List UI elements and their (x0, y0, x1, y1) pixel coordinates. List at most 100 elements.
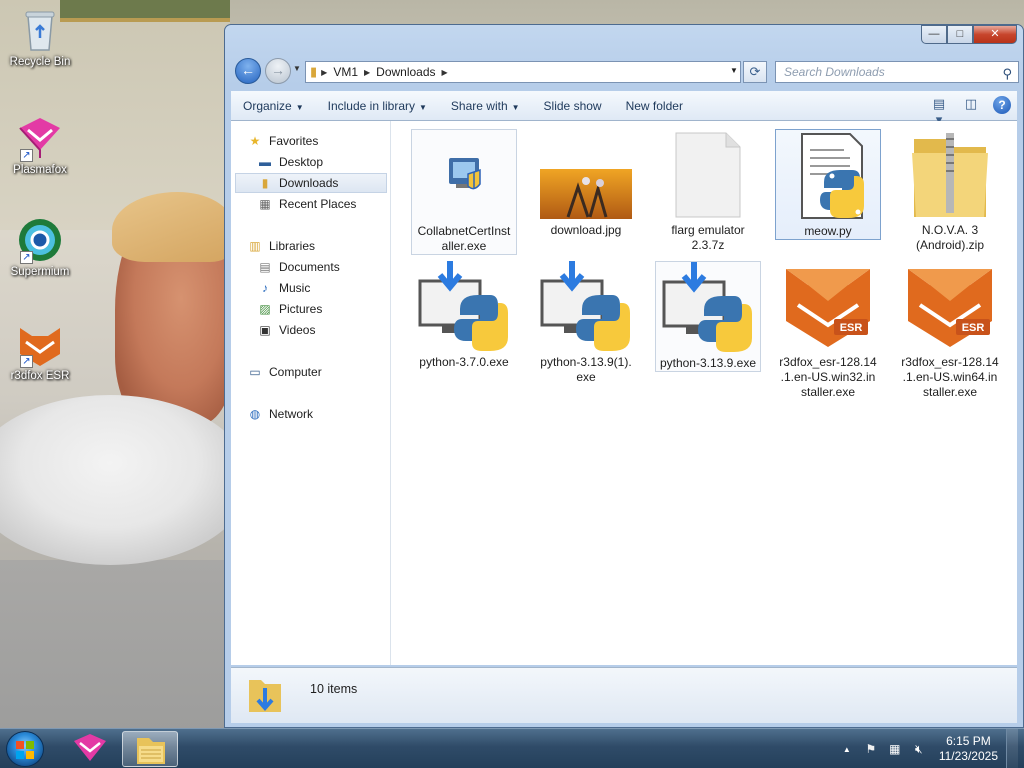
organize-button[interactable]: Organize ▼ (231, 99, 316, 113)
nav-documents[interactable]: ▤ Documents (257, 257, 387, 277)
r3dfox-esr-icon: ↗ (16, 320, 64, 368)
python-file-icon (780, 130, 876, 222)
change-view-icon[interactable]: ▤ ▾ (929, 96, 949, 127)
system-tray: ▲ ⚑ ▦ 🔇︎ 6:15 PM 11/23/2025 (837, 729, 1018, 768)
desktop-icon-plasmafox[interactable]: ↗ Plasmafox (0, 114, 80, 176)
downloads-folder-icon: ▮ (261, 176, 269, 190)
show-hidden-icons-button[interactable]: ▲ (837, 745, 857, 754)
r3dfox-esr-icon: ESR (902, 261, 998, 353)
taskbar-explorer[interactable] (122, 731, 178, 767)
file-label: r3dfox_esr-128.14 .1.en-US.win32.in stal… (779, 355, 877, 399)
address-row: ← → ▼ ▮ ▶ VM1 ▶ Downloads ▶ ▼ ⟳ Search D… (233, 57, 1019, 85)
file-label: meow.py (804, 224, 852, 238)
file-item[interactable]: download.jpg (533, 129, 639, 238)
file-item[interactable]: meow.py (775, 129, 881, 240)
minimize-button[interactable]: — (921, 25, 947, 44)
blank-file-icon (660, 129, 756, 221)
shortcut-arrow-icon: ↗ (20, 251, 33, 264)
show-desktop-button[interactable] (1006, 729, 1018, 768)
supermium-icon: ↗ (16, 216, 64, 264)
explorer-window: — □ ✕ ← → ▼ ▮ ▶ VM1 ▶ Downloads ▶ ▼ ⟳ Se… (224, 24, 1024, 728)
item-count: 10 items (310, 682, 358, 696)
libraries-icon: ▥ (249, 239, 261, 253)
content-area: ★ Favorites ▬ Desktop ▮ Downloads ▦ Recent P… (231, 121, 1017, 665)
shortcut-arrow-icon: ↗ (20, 149, 33, 162)
desktop-icon-recycle-bin[interactable]: Recycle Bin (0, 6, 80, 68)
breadcrumb-vm1[interactable]: VM1 (333, 65, 358, 79)
close-button[interactable]: ✕ (973, 25, 1017, 44)
python-installer-icon (416, 261, 512, 353)
file-label: CollabnetCertInst aller.exe (417, 224, 511, 253)
address-bar[interactable]: ▮ ▶ VM1 ▶ Downloads ▶ (305, 61, 741, 83)
breadcrumb-downloads[interactable]: Downloads (376, 65, 435, 79)
nav-desktop[interactable]: ▬ Desktop (257, 152, 387, 172)
nav-music[interactable]: ♪ Music (257, 278, 387, 298)
desktop-icon: ▬ (259, 155, 271, 169)
folder-icon: ▮ (310, 64, 318, 79)
command-bar: Organize ▼ Include in library ▼ Share with… (231, 91, 1017, 127)
recycle-bin-label: Recycle Bin (9, 56, 71, 68)
back-button[interactable]: ← (235, 58, 261, 84)
file-item[interactable]: N.O.V.A. 3 (Android).zip (897, 129, 1003, 253)
python-installer-icon (538, 261, 634, 353)
file-label: python-3.13.9.exe (659, 356, 757, 370)
nav-videos[interactable]: ▣ Videos (257, 320, 387, 340)
svg-text:ESR: ESR (840, 322, 863, 334)
search-input[interactable]: Search Downloads ⚲ (775, 61, 1019, 83)
shortcut-arrow-icon: ↗ (20, 355, 33, 368)
maximize-button[interactable]: □ (947, 25, 973, 44)
chevron-right-icon[interactable]: ▶ (442, 68, 448, 77)
videos-icon: ▣ (259, 323, 271, 337)
navigation-pane: ★ Favorites ▬ Desktop ▮ Downloads ▦ Recent P… (231, 121, 391, 665)
action-center-flag-icon[interactable]: ⚑ (861, 742, 881, 756)
nav-network[interactable]: ◍ Network (247, 404, 387, 424)
help-icon[interactable]: ? (993, 96, 1011, 114)
file-item[interactable]: ESR r3dfox_esr-128.14 .1.en-US.win64.in … (897, 261, 1003, 400)
plasmafox-icon (74, 734, 106, 761)
file-item[interactable]: flarg emulator 2.3.7z (655, 129, 761, 253)
file-list: CollabnetCertInst aller.exe download.jpg (397, 121, 1017, 665)
clock-date: 11/23/2025 (938, 749, 998, 763)
file-item[interactable]: python-3.13.9(1). exe (533, 261, 639, 385)
star-icon: ★ (249, 134, 261, 148)
search-icon[interactable]: ⚲ (1002, 64, 1012, 84)
nav-favorites[interactable]: ★ Favorites (247, 131, 387, 151)
refresh-button[interactable]: ⟳ (743, 61, 767, 83)
chevron-right-icon[interactable]: ▶ (321, 68, 327, 77)
svg-text:ESR: ESR (962, 322, 985, 334)
zip-folder-icon (902, 129, 998, 221)
documents-icon: ▤ (259, 260, 271, 274)
bg-hair (112, 192, 232, 262)
forward-button[interactable]: → (265, 58, 291, 84)
taskbar-plasmafox[interactable] (62, 731, 118, 767)
preview-pane-icon[interactable]: ◫ (961, 96, 981, 114)
nav-libraries[interactable]: ▥ Libraries (247, 236, 387, 256)
network-icon[interactable]: ▦ (885, 742, 905, 756)
clock[interactable]: 6:15 PM 11/23/2025 (939, 734, 998, 764)
desktop-icon-supermium[interactable]: ↗ Supermium (0, 216, 80, 278)
nav-computer[interactable]: ▭ Computer (247, 362, 387, 382)
file-label: download.jpg (550, 223, 622, 237)
recent-pages-dropdown[interactable]: ▼ (293, 64, 301, 73)
nav-recent-places[interactable]: ▦ Recent Places (257, 194, 387, 214)
nav-pictures[interactable]: ▨ Pictures (257, 299, 387, 319)
file-item[interactable]: ESR r3dfox_esr-128.14 .1.en-US.win32.in … (775, 261, 881, 400)
caption-buttons: — □ ✕ (921, 25, 1017, 44)
address-history-dropdown[interactable]: ▼ (727, 61, 741, 83)
file-item[interactable]: CollabnetCertInst aller.exe (411, 129, 517, 255)
file-item[interactable]: python-3.13.9.exe (655, 261, 761, 372)
file-item[interactable]: python-3.7.0.exe (411, 261, 517, 370)
chevron-right-icon[interactable]: ▶ (364, 68, 370, 77)
details-pane: 10 items (231, 667, 1017, 723)
r3dfox-esr-icon: ESR (780, 261, 876, 353)
desktop-icon-r3dfox-esr[interactable]: ↗ r3dfox ESR (0, 320, 80, 382)
nav-downloads[interactable]: ▮ Downloads (235, 173, 387, 193)
include-in-library-button[interactable]: Include in library ▼ (316, 99, 439, 113)
music-icon: ♪ (262, 281, 268, 295)
bg-bathtub (0, 395, 250, 565)
volume-muted-icon[interactable]: 🔇︎ (909, 742, 929, 757)
share-with-button[interactable]: Share with ▼ (439, 99, 532, 113)
start-button[interactable] (6, 731, 44, 767)
new-folder-button[interactable]: New folder (614, 99, 695, 113)
slide-show-button[interactable]: Slide show (532, 99, 614, 113)
